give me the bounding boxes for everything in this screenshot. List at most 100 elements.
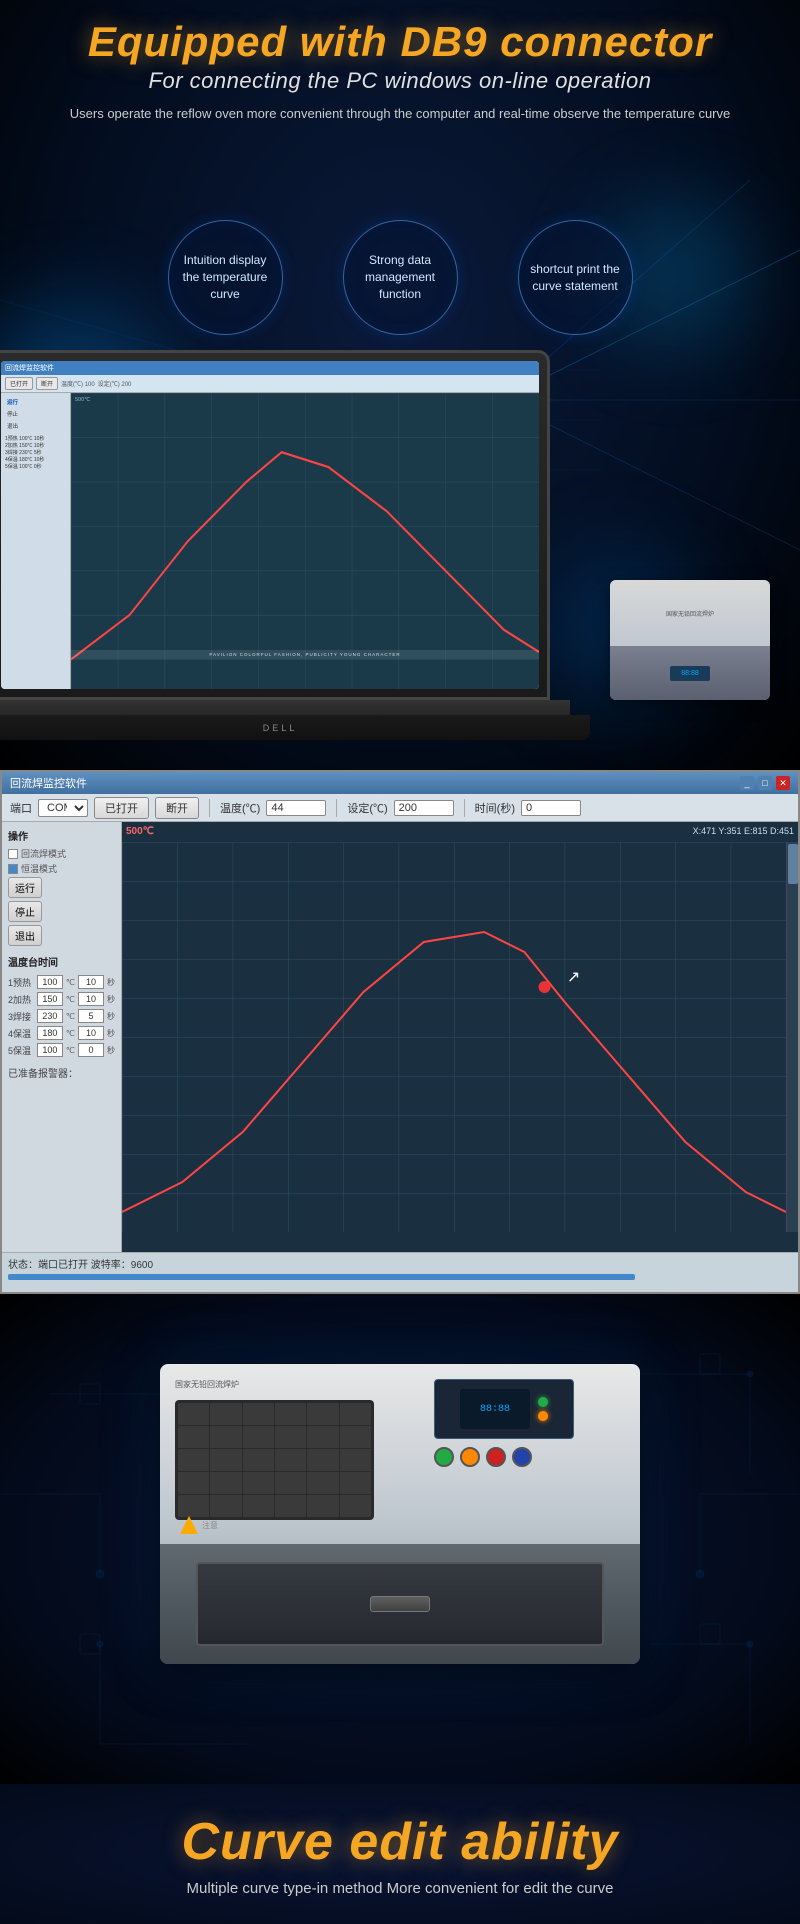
sw2-temp-input[interactable] — [266, 800, 326, 816]
oven-warning: 注意 — [180, 1516, 218, 1534]
sw2-close-btn2[interactable]: 断开 — [155, 797, 199, 819]
sw2-temp-label: 温度(℃) — [220, 800, 260, 816]
sw2-title: 回流焊监控软件 — [10, 775, 87, 791]
oven-small-label: 国家无铅回流焊炉 — [666, 609, 714, 618]
oven-display-unit: 88:88 — [434, 1379, 574, 1439]
oven-grid-panel — [175, 1400, 374, 1520]
oven-display-screen: 88:88 — [460, 1389, 530, 1429]
sw2-time-label: 时间(秒) — [475, 800, 515, 816]
oven-brand: 国家无铅回流焊炉 — [175, 1379, 409, 1390]
feature-bubbles: Intuition display the temperature curve … — [0, 220, 800, 335]
sw2-temp-table: 1预热 100 ℃ 10 秒 2加热 150 ℃ 10 秒 3焊接 230 ℃ — [8, 975, 115, 1057]
sw2-exit-btn[interactable]: 退出 — [8, 925, 42, 946]
hero-subtitle: For connecting the PC windows on-line op… — [0, 68, 800, 94]
sw2-port-select[interactable]: COM1 — [38, 799, 88, 817]
bottom-subtitle: Multiple curve type-in method More conve… — [187, 1880, 614, 1897]
feature-bubble-shortcut: shortcut print the curve statement — [518, 220, 633, 335]
oven-display-text: 88:88 — [480, 1404, 510, 1415]
sw2-chart-area: 500℃ X:471 Y:351 E:815 D:451 — [122, 822, 798, 1252]
sw2-close-btn[interactable]: ✕ — [776, 776, 790, 790]
sw2-temp-row-3: 3焊接 230 ℃ 5 秒 — [8, 1009, 115, 1023]
sw2-op-title: 操作 — [8, 828, 115, 843]
sw2-open-btn[interactable]: 已打开 — [94, 797, 149, 819]
sw-close-btn: 断开 — [36, 377, 58, 390]
sw-banner: PAVILION COLORFUL FASHION, PUBLICITY YOU… — [71, 650, 539, 659]
sw2-scrollbar-thumb[interactable] — [788, 844, 798, 884]
laptop-image: 回流焊监控软件 已打开 断开 温度(℃) 100 设定(℃) 200 运行 停止… — [0, 330, 590, 760]
sw2-chart-canvas: ↗ — [122, 842, 786, 1232]
software-section: 回流焊监控软件 _ □ ✕ 端口 COM1 已打开 断开 温度(℃) 设定(℃)… — [0, 770, 800, 1294]
sw-sidebar: 运行 停止 退出 1预热 100℃ 10秒 2加热 150℃ 10秒 3焊接 2… — [1, 393, 71, 689]
oven-right-panel: 88:88 — [424, 1364, 640, 1544]
oven-btn-blue[interactable] — [512, 1447, 532, 1467]
sw-chart: 500℃ — [71, 393, 539, 689]
oven-led-orange — [538, 1411, 548, 1421]
sw2-temp-row-5: 5保温 100 ℃ 0 秒 — [8, 1043, 115, 1057]
sw2-set-input[interactable] — [394, 800, 454, 816]
oven-drawer — [196, 1562, 604, 1646]
sw-content: 运行 停止 退出 1预热 100℃ 10秒 2加热 150℃ 10秒 3焊接 2… — [1, 393, 539, 689]
oven-small-body: 国家无铅回流焊炉 88:88 — [610, 580, 770, 700]
sw2-progress-bar — [8, 1274, 635, 1280]
sw2-cb1-label: 回流焊模式 — [21, 847, 66, 860]
sw-titlebar: 回流焊监控软件 — [1, 361, 539, 375]
sw2-titlebar: 回流焊监控软件 _ □ ✕ — [2, 772, 798, 794]
feature-bubble-strong-data: Strong data management function — [343, 220, 458, 335]
sw2-time-input[interactable] — [521, 800, 581, 816]
laptop-foot: DELL — [0, 715, 590, 740]
hero-section: Equipped with DB9 connector For connecti… — [0, 0, 800, 770]
laptop-screen: 回流焊监控软件 已打开 断开 温度(℃) 100 设定(℃) 200 运行 停止… — [1, 361, 539, 689]
sw2-chart-title: 500℃ — [126, 826, 154, 837]
oven-btn-green[interactable] — [434, 1447, 454, 1467]
sw2-cb2-label: 恒温模式 — [21, 862, 57, 875]
sw2-chart-coords: X:471 Y:351 E:815 D:451 — [693, 826, 794, 837]
oven-bottom — [160, 1544, 640, 1664]
sw2-sep2 — [336, 799, 337, 817]
sw2-chart-header: 500℃ X:471 Y:351 E:815 D:451 — [126, 826, 794, 837]
oven-led-green — [538, 1397, 548, 1407]
sw2-temp-row-4: 4保温 180 ℃ 10 秒 — [8, 1026, 115, 1040]
sw2-cb-row2: 恒温模式 — [8, 862, 115, 875]
oven-top: 国家无铅回流焊炉 — [160, 1364, 640, 1544]
software-ui-preview: 回流焊监控软件 已打开 断开 温度(℃) 100 设定(℃) 200 运行 停止… — [1, 361, 539, 689]
sw2-stop-btn[interactable]: 停止 — [8, 901, 42, 922]
sw2-left-panel: 操作 回流焊模式 恒温模式 运行 停止 退出 温度台时间 1预热 100 ℃ 1… — [2, 822, 122, 1252]
sw2-maximize-btn[interactable]: □ — [758, 776, 772, 790]
sw2-set-label: 设定(℃) — [347, 800, 387, 816]
oven-section: 国家无铅回流焊炉 — [0, 1294, 800, 1784]
sw2-port-label: 端口 — [10, 800, 32, 816]
oven-body: 国家无铅回流焊炉 — [160, 1364, 640, 1664]
oven-small-display: 88:88 — [670, 666, 710, 681]
sw2-sep1 — [209, 799, 210, 817]
oven-btn-red[interactable] — [486, 1447, 506, 1467]
oven-warning-icon — [180, 1516, 198, 1534]
sw2-scrollbar[interactable] — [786, 842, 798, 1232]
bottom-title: Curve edit ability — [182, 1812, 619, 1872]
sw2-cb1[interactable] — [8, 849, 18, 859]
sw2-status-text1: 已准备报警器： — [8, 1065, 115, 1080]
sw2-run-btn[interactable]: 运行 — [8, 877, 42, 898]
sw2-toolbar: 端口 COM1 已打开 断开 温度(℃) 设定(℃) 时间(秒) — [2, 794, 798, 822]
bottom-section: Curve edit ability Multiple curve type-i… — [0, 1784, 800, 1924]
sw2-status-text: 状态：端口已打开 波特率：9600 — [8, 1256, 792, 1271]
sw2-status-bar: 状态：端口已打开 波特率：9600 — [2, 1252, 798, 1292]
sw2-sep3 — [464, 799, 465, 817]
sw2-minimize-btn[interactable]: _ — [740, 776, 754, 790]
sw2-cb2[interactable] — [8, 864, 18, 874]
sw-open-btn: 已打开 — [5, 377, 33, 390]
sw2-temp-row-1: 1预热 100 ℃ 10 秒 — [8, 975, 115, 989]
oven-drawer-handle[interactable] — [370, 1596, 430, 1612]
sw2-temp-title: 温度台时间 — [8, 954, 115, 969]
sw-toolbar: 已打开 断开 温度(℃) 100 设定(℃) 200 — [1, 375, 539, 393]
hero-text-block: Equipped with DB9 connector For connecti… — [0, 18, 800, 124]
feature-bubble-intuition: Intuition display the temperature curve — [168, 220, 283, 335]
hero-title: Equipped with DB9 connector — [0, 18, 800, 66]
sw2-temp-row-2: 2加热 150 ℃ 10 秒 — [8, 992, 115, 1006]
oven-btn-orange[interactable] — [460, 1447, 480, 1467]
hero-description: Users operate the reflow oven more conve… — [0, 104, 800, 124]
oven-warning-label: 注意 — [202, 1520, 218, 1531]
laptop-brand: DELL — [263, 723, 298, 733]
oven-small-top: 国家无铅回流焊炉 — [610, 580, 770, 646]
oven-buttons-row — [434, 1447, 630, 1467]
sw2-cb-row1: 回流焊模式 — [8, 847, 115, 860]
